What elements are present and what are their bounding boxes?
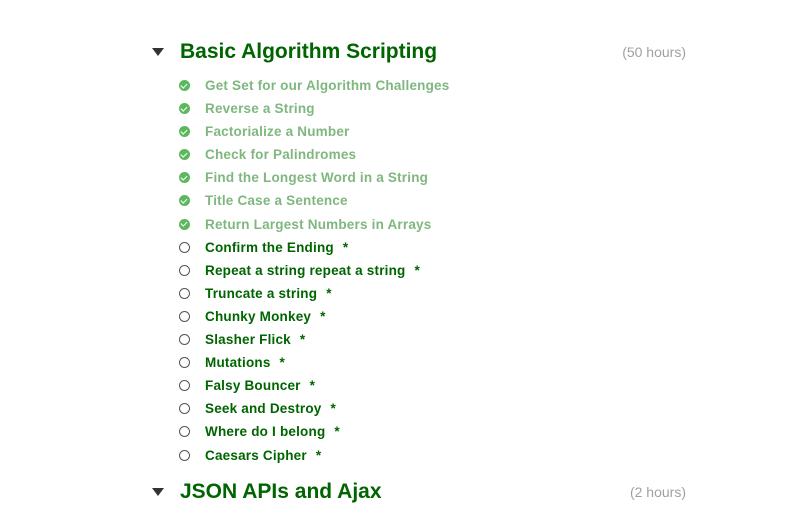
challenge-label-text: Mutations [205, 355, 271, 371]
new-marker: * [334, 424, 340, 440]
new-marker: * [414, 262, 420, 278]
challenge-label[interactable]: Caesars Cipher * [205, 446, 321, 465]
challenge-label[interactable]: Slasher Flick * [205, 330, 305, 349]
challenge-label[interactable]: Confirm the Ending * [205, 238, 348, 257]
check-circle-icon [179, 126, 190, 138]
challenge-label[interactable]: Mutations * [205, 353, 285, 372]
empty-circle-icon [179, 449, 190, 461]
empty-circle-icon [179, 334, 190, 346]
caret-down-icon[interactable] [152, 48, 164, 56]
challenge-label[interactable]: Chunky Monkey * [205, 307, 326, 326]
challenge-label-text: Slasher Flick [205, 332, 291, 348]
challenge-label[interactable]: Return Largest Numbers in Arrays [205, 215, 431, 234]
challenge-label-text: Caesars Cipher [205, 447, 307, 463]
empty-circle-icon [179, 287, 190, 299]
section-header-basic-algorithm-scripting[interactable]: Basic Algorithm Scripting (50 hours) [152, 38, 686, 68]
empty-circle-icon [179, 426, 190, 438]
challenge-label[interactable]: Seek and Destroy * [205, 399, 336, 418]
challenge-label[interactable]: Get Set for our Algorithm Challenges [205, 76, 449, 95]
empty-circle-icon [179, 241, 190, 253]
challenge-label[interactable]: Find the Longest Word in a String [205, 168, 428, 187]
challenge-label-text: Repeat a string repeat a string [205, 262, 406, 278]
section-title[interactable]: JSON APIs and Ajax [180, 478, 382, 506]
challenge-label-text: Seek and Destroy [205, 401, 322, 417]
check-circle-icon [179, 218, 190, 230]
empty-circle-icon [179, 357, 190, 369]
challenge-label-text: Where do I belong [205, 424, 326, 440]
empty-circle-icon [179, 380, 190, 392]
challenge-label-text: Truncate a string [205, 285, 318, 301]
empty-circle-icon [179, 264, 190, 276]
empty-circle-icon [179, 310, 190, 322]
challenge-label[interactable]: Check for Palindromes [205, 145, 356, 164]
check-circle-icon [179, 195, 190, 207]
new-marker: * [342, 239, 349, 255]
section-hours: (2 hours) [629, 484, 686, 500]
challenge-label-text: Confirm the Ending [205, 239, 334, 255]
new-marker: * [320, 308, 326, 324]
challenge-label[interactable]: Reverse a String [205, 99, 315, 118]
challenge-label[interactable]: Truncate a string * [205, 284, 332, 303]
challenge-label[interactable]: Factorialize a Number [205, 122, 350, 141]
check-circle-icon [179, 172, 190, 184]
challenge-label[interactable]: Repeat a string repeat a string * [205, 261, 420, 280]
check-circle-icon [179, 103, 190, 115]
challenge-label[interactable]: Where do I belong * [205, 422, 340, 441]
new-marker: * [330, 401, 336, 417]
challenge-label-text: Chunky Monkey [205, 308, 312, 324]
new-marker: * [315, 447, 322, 463]
caret-down-icon[interactable] [152, 488, 164, 496]
section-title[interactable]: Basic Algorithm Scripting [180, 38, 437, 66]
challenge-label[interactable]: Falsy Bouncer * [205, 376, 315, 395]
check-circle-icon [179, 80, 190, 91]
empty-circle-icon [179, 403, 190, 415]
new-marker: * [309, 378, 316, 394]
new-marker: * [299, 332, 306, 348]
check-circle-icon [179, 149, 190, 161]
section-hours: (50 hours) [622, 44, 686, 60]
section-header-json-apis-and-ajax[interactable]: JSON APIs and Ajax (2 hours) [152, 478, 686, 508]
challenge-label[interactable]: Title Case a Sentence [205, 191, 348, 210]
challenge-label-text: Falsy Bouncer [205, 378, 301, 394]
new-marker: * [279, 355, 286, 371]
new-marker: * [326, 285, 332, 301]
